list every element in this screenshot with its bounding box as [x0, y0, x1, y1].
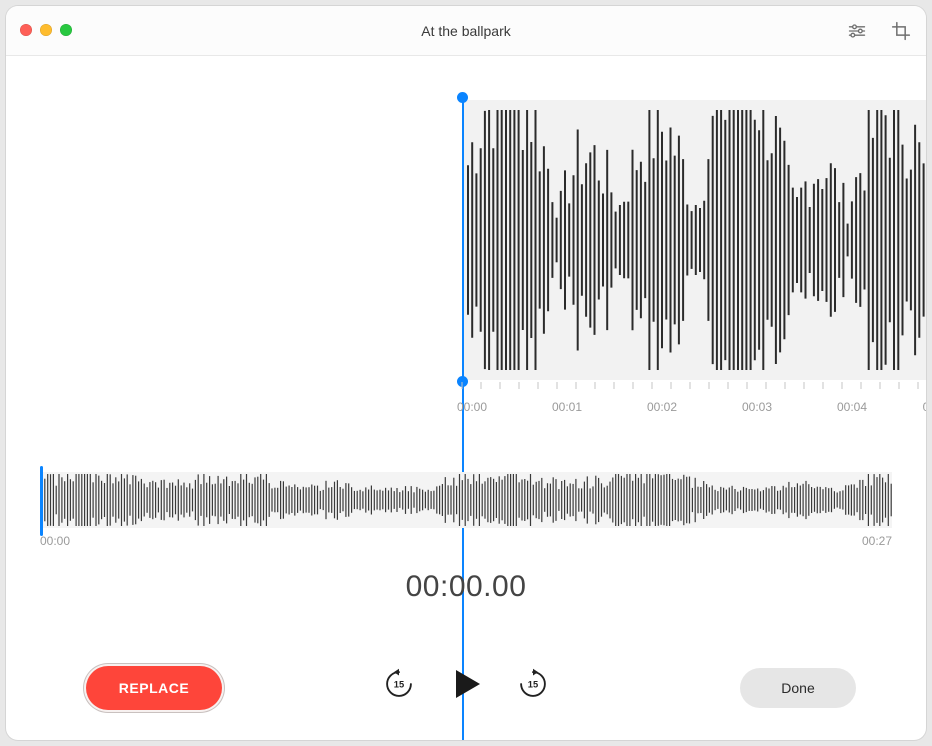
- overview-waveform[interactable]: [40, 472, 892, 528]
- skip-forward-15-button[interactable]: 15: [516, 667, 550, 706]
- titlebar: At the ballpark: [6, 6, 926, 56]
- svg-text:15: 15: [394, 679, 404, 689]
- ruler-label: 0: [923, 400, 926, 414]
- skip-back-15-button[interactable]: 15: [382, 667, 416, 706]
- ruler-label: 00:01: [552, 400, 582, 414]
- overview-start-time: 00:00: [40, 534, 70, 548]
- replace-button[interactable]: REPLACE: [86, 666, 222, 710]
- ruler-label: 00:02: [647, 400, 677, 414]
- zoom-waveform-area[interactable]: [6, 100, 926, 380]
- voice-memo-window: At the ballpark: [6, 6, 926, 740]
- current-time-display: 00:00.00: [6, 570, 926, 604]
- done-button[interactable]: Done: [740, 668, 856, 708]
- ruler-label: 00:04: [837, 400, 867, 414]
- done-button-label: Done: [781, 680, 814, 696]
- time-ruler: 00:00 00:01 00:02 00:03 00:04 0: [6, 382, 926, 432]
- ruler-label: 00:03: [742, 400, 772, 414]
- ruler-label: 00:00: [457, 400, 487, 414]
- overview-playhead[interactable]: [40, 466, 43, 536]
- ruler-ticks: [6, 382, 926, 400]
- overview-time-labels: 00:00 00:27: [40, 534, 892, 552]
- crop-icon[interactable]: [886, 18, 916, 44]
- zoom-waveform: [462, 100, 926, 380]
- window-title: At the ballpark: [421, 23, 511, 39]
- playhead-handle-top[interactable]: [457, 92, 468, 103]
- zoom-window-button[interactable]: [60, 24, 72, 36]
- ruler-labels: 00:00 00:01 00:02 00:03 00:04 0: [6, 400, 926, 420]
- transport-controls: 15 15: [382, 664, 550, 709]
- svg-text:15: 15: [528, 679, 538, 689]
- replace-button-label: REPLACE: [119, 680, 189, 696]
- window-traffic-lights: [20, 24, 72, 36]
- play-button[interactable]: [446, 664, 486, 709]
- minimize-window-button[interactable]: [40, 24, 52, 36]
- edit-sliders-icon[interactable]: [842, 18, 872, 44]
- toolbar-right: [842, 18, 916, 44]
- controls-bar: REPLACE 15 15: [6, 658, 926, 718]
- editor-content: 00:00 00:01 00:02 00:03 00:04 0 00:00 00:27 0…: [6, 56, 926, 740]
- close-window-button[interactable]: [20, 24, 32, 36]
- overview-end-time: 00:27: [862, 534, 892, 548]
